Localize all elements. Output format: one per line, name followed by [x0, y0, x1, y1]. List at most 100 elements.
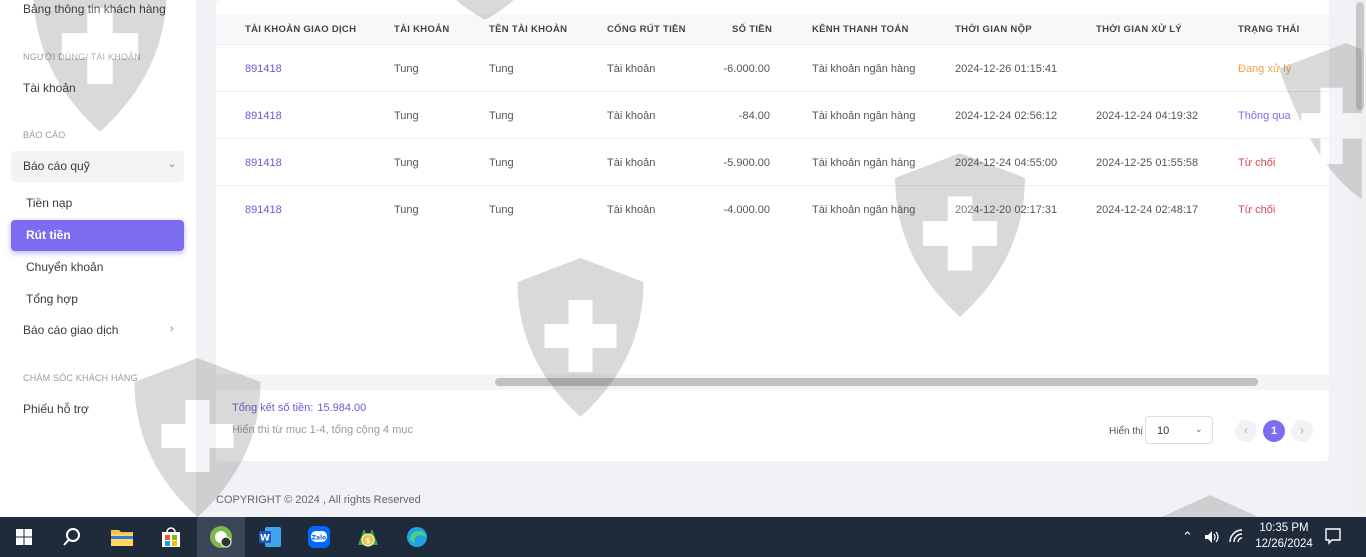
sidebar-item-tickets[interactable]: Phiếu hỗ trợ	[23, 402, 89, 416]
windows-start-button[interactable]	[0, 517, 48, 557]
sidebar-item-summary[interactable]: Tổng hợp	[26, 292, 78, 306]
cell-trading-account[interactable]: 891418	[245, 110, 282, 122]
per-page-label: Hiển thị	[1109, 426, 1143, 437]
sidebar-item-transfer[interactable]: Chuyển khoản	[26, 260, 103, 274]
cell-submitted: 2024-12-26 01:15:41	[955, 63, 1058, 75]
microsoft-word-button[interactable]: W	[246, 517, 294, 557]
zalo-button[interactable]: Zalo	[295, 517, 343, 557]
chevron-right-icon: ›	[1300, 425, 1304, 437]
cell-account-name: Tung	[489, 110, 514, 122]
edge-icon	[407, 527, 427, 547]
table-row: 891418 Tung Tung Tài khoản -5.900.00 Tài…	[216, 139, 1329, 186]
store-icon	[162, 527, 180, 547]
status-badge: Thông qua	[1238, 110, 1291, 122]
next-page-button[interactable]: ›	[1291, 420, 1313, 442]
col-channel[interactable]: KÊNH THANH TOÁN	[812, 24, 909, 35]
svg-text:Zalo: Zalo	[312, 535, 327, 542]
per-page-value: 10	[1157, 425, 1170, 437]
col-account[interactable]: TÀI KHOẢN	[394, 24, 449, 35]
total-amount-label: Tổng kết số tiền:	[232, 402, 314, 414]
clock-date: 12/26/2024	[1255, 538, 1313, 550]
cell-trading-account[interactable]: 891418	[245, 157, 282, 169]
cell-processed: 2024-12-24 02:48:17	[1096, 204, 1199, 216]
browser-app-button[interactable]	[197, 517, 245, 557]
svg-text:W: W	[260, 534, 270, 544]
table-row: 891418 Tung Tung Tài khoản -84.00 Tài kh…	[216, 92, 1329, 139]
status-badge: Từ chối	[1238, 157, 1276, 169]
col-submitted[interactable]: THỜI GIAN NỘP	[955, 24, 1032, 35]
table-row: 891418 Tung Tung Tài khoản -6.000.00 Tài…	[216, 45, 1329, 92]
chevron-up-icon[interactable]: ⌃	[1182, 529, 1193, 545]
cell-account-name: Tung	[489, 204, 514, 216]
search-icon	[63, 528, 80, 546]
wifi-icon[interactable]	[1228, 529, 1244, 543]
windows-icon	[16, 529, 32, 545]
cell-amount: -5.900.00	[723, 157, 770, 169]
folder-icon	[111, 530, 133, 546]
metatrader-icon: $	[358, 529, 378, 547]
zalo-icon: Zalo	[308, 526, 330, 548]
total-amount-value: 15.984.00	[317, 402, 367, 414]
chevron-down-icon: ⌄	[1194, 424, 1203, 435]
cell-trading-account[interactable]: 891418	[245, 63, 282, 75]
copyright: COPYRIGHT © 2024 , All rights Reserved	[216, 494, 421, 506]
word-icon: W	[259, 527, 281, 547]
sidebar-group-fund-report[interactable]: Báo cáo quỹ ⌄	[11, 151, 184, 182]
chevron-left-icon: ‹	[1244, 425, 1248, 437]
page-button-1[interactable]: 1	[1263, 420, 1285, 442]
per-page-select[interactable]: 10 ⌄	[1145, 416, 1213, 444]
cell-gateway: Tài khoản	[607, 110, 656, 122]
cell-processed: 2024-12-24 04:19:32	[1096, 110, 1199, 122]
notification-icon[interactable]	[1324, 527, 1342, 545]
col-amount[interactable]: SỐ TIỀN	[732, 24, 772, 35]
sidebar-group-label: Báo cáo quỹ	[23, 159, 90, 173]
cell-amount: -6.000.00	[723, 63, 770, 75]
col-account-name[interactable]: TÊN TÀI KHOẢN	[489, 24, 567, 35]
cell-gateway: Tài khoản	[607, 157, 656, 169]
volume-icon[interactable]	[1204, 530, 1220, 544]
col-gateway[interactable]: CỔNG RÚT TIỀN	[607, 24, 686, 35]
microsoft-store-button[interactable]	[147, 517, 195, 557]
shield-cross-watermark-icon	[1162, 495, 1258, 517]
microsoft-edge-button[interactable]	[393, 517, 441, 557]
file-explorer-button[interactable]	[98, 517, 146, 557]
col-status[interactable]: TRẠNG THÁI	[1238, 24, 1300, 35]
showing-info: Hiển thị từ mục 1-4, tổng cộng 4 mục	[232, 424, 414, 436]
col-processed[interactable]: THỜI GIAN XỬ LÝ	[1096, 24, 1182, 35]
total-amount: Tổng kết số tiền: 15.984.00	[232, 402, 366, 414]
col-trading-account[interactable]: TÀI KHOẢN GIAO DỊCH	[245, 24, 356, 35]
cell-processed: 2024-12-25 01:55:58	[1096, 157, 1199, 169]
scrollbar-thumb[interactable]	[1356, 2, 1364, 110]
sidebar-item-accounts[interactable]: Tài khoản	[23, 81, 76, 95]
cell-account: Tung	[394, 204, 419, 216]
taskbar: W Zalo $ ⌃ 10:35 PM 12/26/2024	[0, 517, 1366, 557]
scrollbar-thumb[interactable]	[495, 378, 1258, 386]
taskbar-search-button[interactable]	[48, 517, 96, 557]
browser-app-icon	[210, 526, 232, 548]
sidebar-item-customer-info[interactable]: Bảng thông tin khách hàng	[23, 2, 166, 16]
vertical-scrollbar[interactable]	[1354, 0, 1366, 517]
metatrader-button[interactable]: $	[344, 517, 392, 557]
sidebar-item-deposit[interactable]: Tiền nạp	[26, 196, 72, 210]
cell-account-name: Tung	[489, 157, 514, 169]
cell-trading-account[interactable]: 891418	[245, 204, 282, 216]
status-badge: Đang xử lý	[1238, 63, 1292, 75]
cell-submitted: 2024-12-24 04:55:00	[955, 157, 1058, 169]
sidebar-item-trade-report[interactable]: Báo cáo giao dịch	[23, 323, 118, 337]
cell-channel: Tài khoản ngân hàng	[812, 204, 916, 216]
withdrawal-table-card: TÀI KHOẢN GIAO DỊCH TÀI KHOẢN TÊN TÀI KH…	[216, 0, 1329, 461]
chevron-down-icon: ⌄	[167, 159, 176, 170]
cell-account: Tung	[394, 63, 419, 75]
sidebar-item-withdraw[interactable]: Rút tiền	[11, 220, 184, 251]
cell-channel: Tài khoản ngân hàng	[812, 63, 916, 75]
sidebar-item-label: Rút tiền	[26, 228, 71, 242]
prev-page-button[interactable]: ‹	[1235, 420, 1257, 442]
sidebar: Bảng thông tin khách hàng NGƯỜI DÙNG/ TÀ…	[0, 0, 196, 517]
taskbar-clock[interactable]: 10:35 PM 12/26/2024	[1248, 520, 1320, 552]
cell-channel: Tài khoản ngân hàng	[812, 110, 916, 122]
cell-account-name: Tung	[489, 63, 514, 75]
sidebar-section-users: NGƯỜI DÙNG/ TÀI KHOẢN	[23, 52, 141, 62]
status-badge: Từ chối	[1238, 204, 1276, 216]
sidebar-section-support: CHĂM SÓC KHÁCH HÀNG	[23, 373, 138, 383]
horizontal-scrollbar[interactable]	[216, 374, 1329, 390]
